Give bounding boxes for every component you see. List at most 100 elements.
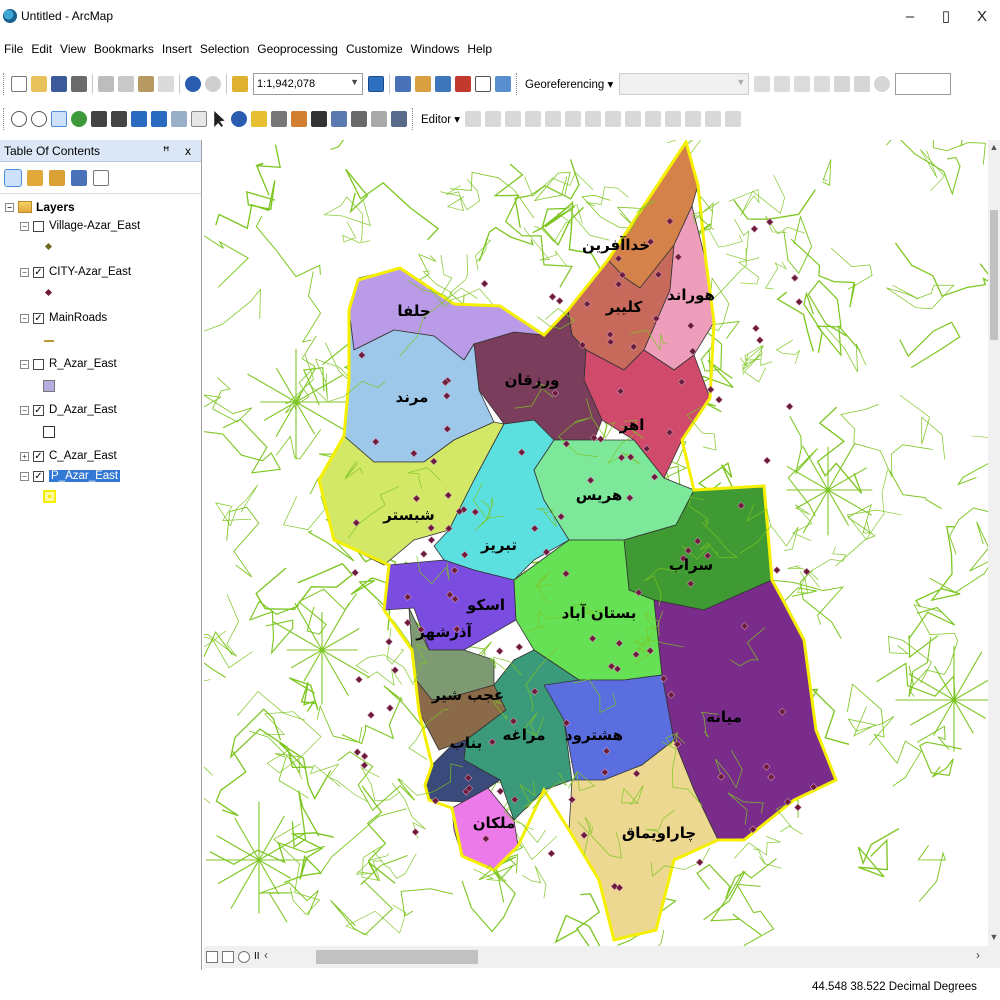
editor-toolbar-icon[interactable] (368, 76, 384, 92)
copy-icon[interactable] (118, 76, 134, 92)
menu-windows[interactable]: Windows (407, 42, 464, 56)
time-slider-icon[interactable] (371, 111, 387, 127)
identify-icon[interactable] (231, 111, 247, 127)
refresh-icon[interactable] (238, 951, 250, 963)
layer-name[interactable]: MainRoads (49, 312, 107, 324)
layer-name[interactable]: CITY-Azar_East (49, 266, 131, 278)
layer-row-c[interactable]: + ✓ C_Azar_East (0, 446, 201, 466)
layout-view-icon[interactable] (222, 951, 234, 963)
print-icon[interactable] (71, 76, 87, 92)
vertical-scrollbar[interactable]: ▲ ▼ (988, 140, 1000, 946)
expand-icon[interactable]: + (20, 451, 29, 461)
fixed-zoom-out-icon[interactable] (111, 111, 127, 127)
menu-help[interactable]: Help (463, 42, 496, 56)
layer-visibility-checkbox[interactable]: ✓ (33, 266, 44, 278)
new-document-icon[interactable] (11, 76, 27, 92)
list-by-selection-icon[interactable] (71, 169, 87, 186)
georeferencing-menu[interactable]: Georeferencing ▾ (525, 77, 613, 91)
layer-visibility-checkbox[interactable]: ✓ (33, 312, 44, 324)
hyperlink-icon[interactable] (251, 111, 267, 127)
layer-row-d[interactable]: − ✓ D_Azar_East (0, 400, 201, 420)
go-to-xy-icon[interactable] (351, 111, 367, 127)
menu-edit[interactable]: Edit (27, 42, 56, 56)
layer-row-city[interactable]: − ✓ CITY-Azar_East (0, 262, 201, 282)
toolbar-grip[interactable] (516, 73, 519, 95)
collapse-icon[interactable]: − (20, 267, 29, 277)
toolbar-grip[interactable] (412, 108, 415, 130)
layer-row-r[interactable]: − R_Azar_East (0, 354, 201, 374)
pan-hand-icon[interactable] (51, 111, 67, 127)
zoom-in-icon[interactable] (11, 111, 27, 127)
layer-row-village[interactable]: − Village-Azar_East (0, 216, 201, 236)
scroll-up-icon[interactable]: ▲ (989, 142, 999, 154)
point-diamond-symbol-icon[interactable] (44, 242, 53, 251)
delete-icon[interactable] (158, 76, 174, 92)
catalog-icon[interactable] (415, 76, 431, 92)
minimize-button[interactable]: – (892, 0, 928, 32)
point-diamond-symbol-icon[interactable] (44, 288, 53, 297)
menu-bookmarks[interactable]: Bookmarks (90, 42, 158, 56)
rotation-input[interactable] (895, 73, 952, 95)
list-by-visibility-icon[interactable] (49, 169, 65, 186)
arctoolbox-icon[interactable] (455, 76, 471, 92)
maximize-button[interactable]: ▯ (928, 0, 964, 32)
layer-name[interactable]: R_Azar_East (49, 358, 117, 370)
layer-name[interactable]: D_Azar_East (49, 404, 117, 416)
layer-visibility-checkbox[interactable]: ✓ (33, 404, 44, 416)
add-data-icon[interactable] (232, 76, 248, 92)
layer-name-selected[interactable]: P_Azar_East (49, 470, 121, 482)
menu-selection[interactable]: Selection (196, 42, 253, 56)
find-binoculars-icon[interactable] (311, 111, 327, 127)
model-builder-icon[interactable] (495, 76, 511, 92)
menu-geoprocessing[interactable]: Geoprocessing (253, 42, 342, 56)
collapse-icon[interactable]: − (20, 359, 29, 369)
layer-visibility-checkbox[interactable]: ✓ (33, 450, 44, 462)
undo-icon[interactable] (185, 76, 201, 92)
layer-row-p[interactable]: − ✓ P_Azar_East (0, 466, 201, 486)
fill-symbol-icon[interactable] (43, 380, 55, 392)
layer-visibility-checkbox[interactable] (33, 358, 44, 370)
collapse-icon[interactable]: − (20, 221, 29, 231)
back-arrow-icon[interactable] (131, 111, 147, 127)
collapse-icon[interactable]: − (5, 202, 14, 212)
menu-view[interactable]: View (56, 42, 90, 56)
line-symbol-icon[interactable] (44, 340, 54, 342)
toolbar-grip[interactable] (3, 108, 6, 130)
map-display[interactable]: خداآفرین کلیبر هوراند اهر ورزقان جلفا مرند شبست… (204, 140, 988, 946)
options-icon[interactable] (93, 169, 109, 186)
create-viewer-window-icon[interactable] (391, 111, 407, 127)
layer-name[interactable]: C_Azar_East (49, 450, 117, 462)
yellow-fill-symbol-icon[interactable] (43, 490, 56, 503)
layers-root[interactable]: − Layers (0, 198, 201, 216)
html-popup-icon[interactable] (271, 111, 287, 127)
cut-icon[interactable] (98, 76, 114, 92)
toolbar-grip[interactable] (3, 73, 6, 95)
vertical-scroll-thumb[interactable] (990, 210, 998, 340)
clear-selection-icon[interactable] (191, 111, 207, 127)
collapse-icon[interactable]: − (20, 405, 29, 415)
data-view-icon[interactable] (206, 951, 218, 963)
toc-pin-close-icons[interactable]: ꟸ x (163, 144, 197, 158)
scroll-left-icon[interactable]: ‹ (264, 948, 268, 962)
save-icon[interactable] (51, 76, 67, 92)
map-canvas[interactable]: خداآفرین کلیبر هوراند اهر ورزقان جلفا مرند شبست… (204, 140, 988, 946)
paste-icon[interactable] (138, 76, 154, 92)
select-elements-arrow-icon[interactable] (214, 111, 225, 127)
hollow-fill-symbol-icon[interactable] (43, 426, 55, 438)
collapse-icon[interactable]: − (20, 313, 29, 323)
map-scale-combo[interactable]: 1:1,942,078 ▼ (253, 73, 363, 95)
close-button[interactable]: X (964, 0, 1000, 32)
horizontal-scroll-thumb[interactable] (316, 950, 478, 964)
layer-row-mainroads[interactable]: − ✓ MainRoads (0, 308, 201, 328)
editor-menu[interactable]: Editor ▾ (421, 112, 460, 126)
forward-arrow-icon[interactable] (151, 111, 167, 127)
menu-file[interactable]: File (0, 42, 27, 56)
search-window-icon[interactable] (435, 76, 451, 92)
menu-insert[interactable]: Insert (158, 42, 196, 56)
menu-customize[interactable]: Customize (342, 42, 407, 56)
measure-icon[interactable] (291, 111, 307, 127)
table-of-contents-icon[interactable] (395, 76, 411, 92)
full-extent-globe-icon[interactable] (71, 111, 87, 127)
open-folder-icon[interactable] (31, 76, 47, 92)
layer-visibility-checkbox[interactable]: ✓ (33, 470, 44, 482)
